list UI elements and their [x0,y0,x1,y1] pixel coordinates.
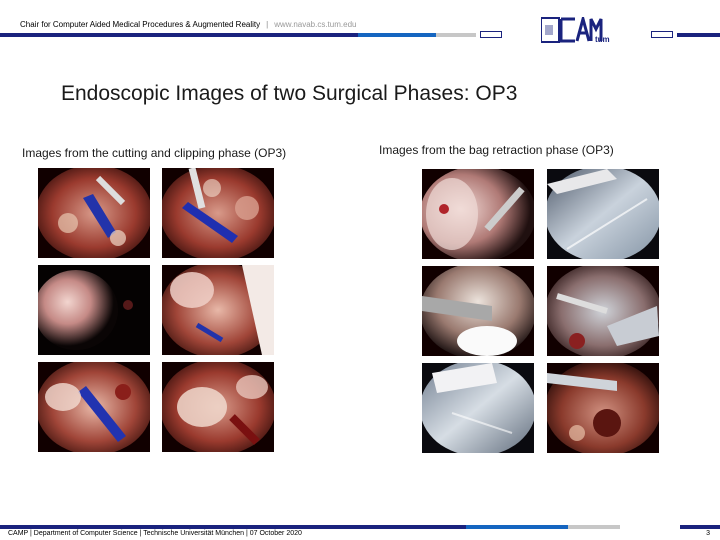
top-bar-right [677,33,720,37]
endoscopic-image-right-5 [422,363,534,453]
footer-text: CAMP | Department of Computer Science | … [8,530,302,537]
left-image-grid [38,168,274,453]
endoscopic-image-right-3 [422,266,534,356]
top-bar-grey [436,33,476,37]
header-url: www.navab.cs.tum.edu [274,20,357,29]
endoscopic-image-left-4 [162,265,274,355]
bottom-bar-grey [568,525,620,529]
endoscopic-image-left-3 [38,265,150,355]
endoscopic-image-left-5 [38,362,150,452]
camp-logo: tum [540,13,611,44]
right-caption: Images from the bag retraction phase (OP… [379,143,614,157]
bottom-bar-right [680,525,720,529]
left-caption: Images from the cutting and clipping pha… [22,146,287,160]
endoscopic-image-right-1 [422,169,534,259]
endoscopic-image-left-2 [162,168,274,258]
right-image-grid [422,169,660,454]
bottom-bar-blue [466,525,568,529]
endoscopic-image-right-4 [547,266,659,356]
logo-sub: tum [595,35,610,43]
endoscopic-image-right-6 [547,363,659,453]
chair-name: Chair for Computer Aided Medical Procedu… [20,20,261,29]
page-number: 3 [706,530,710,537]
endoscopic-image-left-1 [38,168,150,258]
top-box-left [480,31,502,38]
top-box-right [651,31,673,38]
header-separator: | [266,20,269,29]
slide-title: Endoscopic Images of two Surgical Phases… [61,82,518,105]
top-bar-blue [358,33,436,37]
bottom-bar-navy [0,525,466,529]
header-line: Chair for Computer Aided Medical Procedu… [20,20,356,29]
endoscopic-image-right-2 [547,169,659,259]
top-bar-navy [0,33,358,37]
endoscopic-image-left-6 [162,362,274,452]
